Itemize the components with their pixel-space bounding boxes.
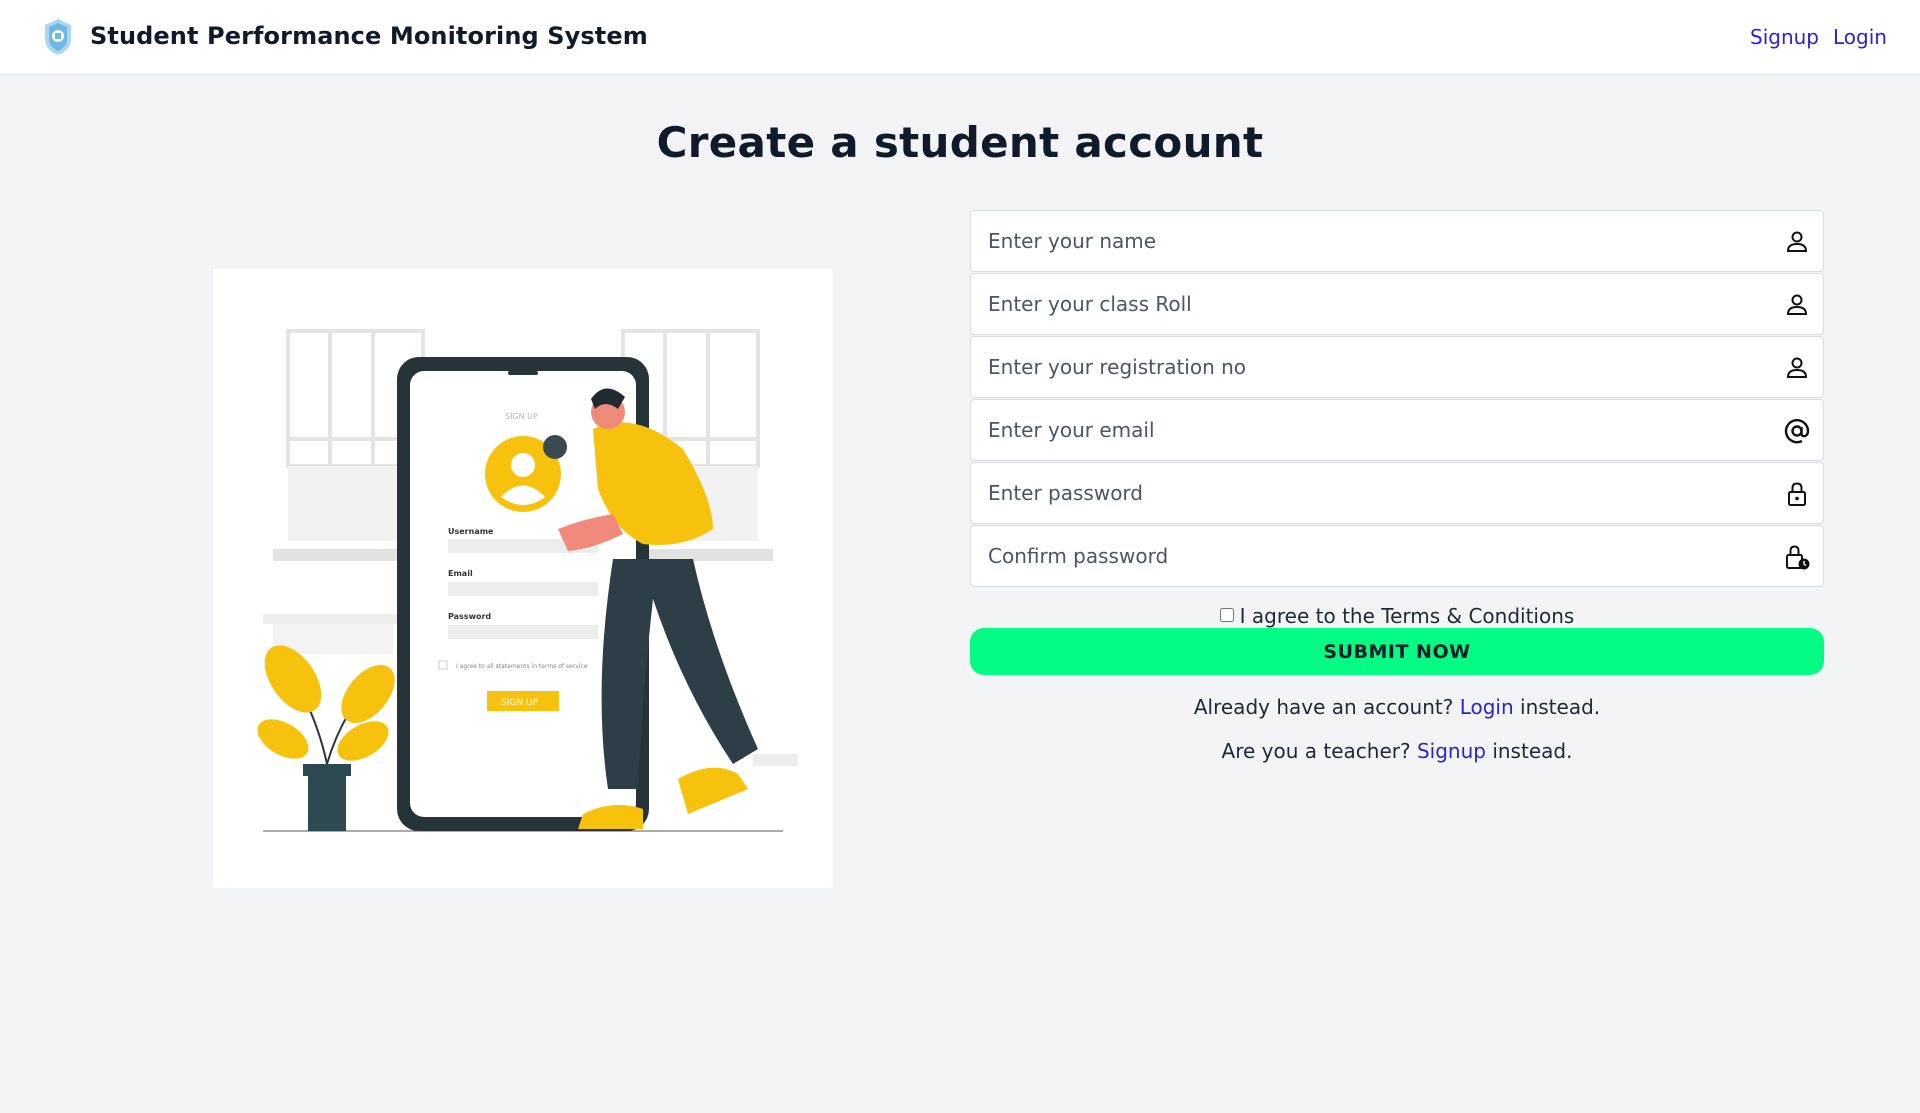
signup-illustration-graphic: SIGN UP Username Email Password I agree …: [257, 329, 798, 832]
illus-signup-button-label: SIGN UP: [501, 698, 539, 708]
nav-login-link[interactable]: Login: [1833, 25, 1887, 49]
email-input[interactable]: [971, 400, 1823, 460]
teacher-suffix-text: instead.: [1492, 739, 1573, 763]
illus-screen-title: SIGN UP: [505, 412, 538, 421]
illus-password-label: Password: [448, 612, 491, 621]
user-icon: [1786, 357, 1808, 378]
student-signup-form: I agree to the Terms & Conditions SUBMIT…: [970, 210, 1824, 763]
logo-icon: [45, 19, 71, 55]
illus-username-label: Username: [448, 527, 494, 536]
illus-email-label: Email: [448, 569, 473, 578]
terms-label: I agree to the Terms & Conditions: [1239, 604, 1575, 628]
teacher-prompt-text: Are you a teacher?: [1221, 739, 1411, 763]
name-field: [970, 210, 1824, 272]
lock-icon: [1788, 482, 1806, 506]
illus-agree-text: I agree to all statements in terms of se…: [456, 663, 588, 670]
login-suffix-text: instead.: [1520, 695, 1601, 719]
password-input[interactable]: [971, 463, 1823, 523]
page-title: Create a student account: [656, 118, 1264, 167]
terms-checkbox[interactable]: [1219, 608, 1234, 622]
user-icon: [1786, 231, 1808, 252]
app-title: Student Performance Monitoring System: [90, 22, 648, 50]
email-field: [970, 399, 1824, 461]
login-prompt-line: Already have an account? Login instead.: [970, 695, 1824, 719]
login-prompt-text: Already have an account?: [1193, 695, 1454, 719]
at-icon: [1784, 419, 1810, 444]
registration-no-input[interactable]: [971, 337, 1823, 397]
teacher-prompt-line: Are you a teacher? Signup instead.: [970, 739, 1824, 763]
teacher-signup-link[interactable]: Signup: [1417, 739, 1486, 763]
signup-illustration: SIGN UP Username Email Password I agree …: [213, 269, 833, 888]
registration-no-field: [970, 336, 1824, 398]
class-roll-field: [970, 273, 1824, 335]
user-icon: [1786, 294, 1808, 315]
confirm-password-field: [970, 525, 1824, 587]
confirm-password-input[interactable]: [971, 526, 1823, 586]
nav-signup-link[interactable]: Signup: [1750, 25, 1819, 49]
class-roll-input[interactable]: [971, 274, 1823, 334]
login-link[interactable]: Login: [1460, 695, 1514, 719]
top-navbar: Student Performance Monitoring System Si…: [0, 0, 1920, 75]
submit-button[interactable]: SUBMIT NOW: [970, 628, 1824, 675]
name-input[interactable]: [971, 211, 1823, 271]
lock-clock-icon: [1786, 545, 1810, 570]
password-field: [970, 462, 1824, 524]
terms-row: I agree to the Terms & Conditions: [970, 604, 1824, 628]
